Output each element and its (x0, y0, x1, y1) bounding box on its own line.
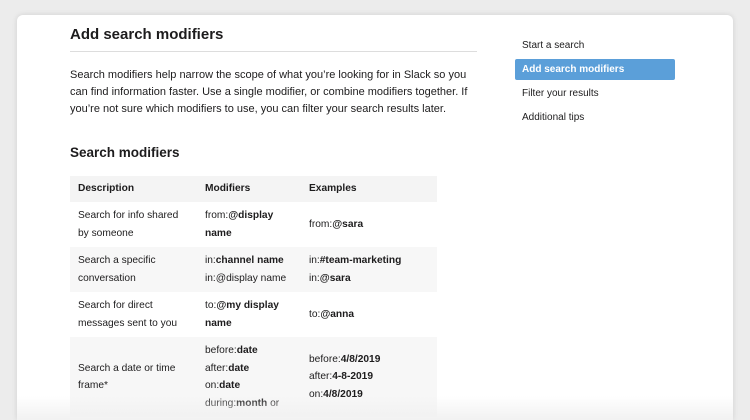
page-title: Add search modifiers (70, 26, 224, 43)
code-segment: 4-8-2019 (332, 371, 373, 383)
code-segment: in: (205, 255, 216, 266)
sidebar-item-additional-tips[interactable]: Additional tips (515, 107, 675, 128)
cell-examples-line: before:4/8/2019 (309, 351, 431, 369)
code-segment: date (236, 345, 258, 356)
cell-examples: in:#team-marketing in:@sara (301, 247, 437, 292)
code-segment: date (228, 362, 250, 374)
cell-description: Search a specific conversation (70, 247, 197, 292)
code-segment: #team-marketing (319, 255, 402, 266)
cell-examples: before:4/8/2019 after:4-8-2019 on:4/8/2019 (301, 337, 437, 417)
table-row: Search a date or time frame* before:date a… (70, 337, 437, 417)
code-segment: @display name (215, 272, 287, 284)
cell-examples-line: in:@sara (309, 270, 431, 288)
code-segment: or (267, 397, 280, 409)
cell-examples-line: after:4-8-2019 (309, 368, 431, 386)
code-segment: on: (205, 380, 220, 391)
code-segment: channel name (215, 255, 284, 266)
code-segment: @my display name (205, 300, 279, 329)
sidebar-item-add-search-modifiers[interactable]: Add search modifiers (515, 59, 675, 80)
cell-description: Search for direct messages sent to you (78, 300, 178, 329)
cell-modifiers: to:@my display name (197, 292, 301, 337)
cell-examples: from:@sara (301, 202, 437, 247)
cell-modifiers: from:@display name (197, 202, 301, 247)
cell-modifiers: before:date after:date on:date during:month… (197, 337, 301, 417)
sidebar-item-filter-your-results[interactable]: Filter your results (515, 83, 675, 104)
code-segment: in: (205, 272, 216, 284)
code-segment: in: (309, 255, 320, 266)
cell-description: Search for info shared by someone (78, 210, 179, 239)
cell-modifiers-line: before:date (205, 342, 295, 360)
cell-modifiers-line: after:date (205, 360, 295, 378)
article-sidebar-nav: Start a search Add search modifiers Filter… (515, 35, 675, 131)
cell-modifiers: in:channel name in:@display name (197, 247, 301, 292)
cell-modifiers-line: in:channel name (205, 252, 295, 270)
code-segment: to: (205, 300, 217, 311)
cell-examples-line: to:@anna (309, 306, 431, 324)
cell-examples-line: from:@sara (309, 216, 431, 234)
table-body: Search for info shared by someone from:@d… (70, 202, 437, 417)
code-segment: month (236, 397, 268, 409)
code-segment: @sara (332, 218, 364, 230)
section-title: Search modifiers (70, 145, 180, 160)
cell-modifiers-line: to:@my display name (205, 297, 295, 332)
code-segment: before: (309, 353, 341, 365)
code-segment: on: (309, 388, 324, 400)
cell-examples-line: in:#team-marketing (309, 252, 431, 270)
code-segment: after: (205, 362, 229, 374)
table-row: Search a specific conversation in:channel… (70, 247, 437, 292)
code-segment: 4/8/2019 (323, 388, 363, 400)
code-segment: date (219, 380, 241, 391)
code-segment: to: (309, 308, 321, 320)
code-segment: from: (205, 210, 229, 221)
cell-examples-line: on:4/8/2019 (309, 386, 431, 404)
table-row: Search for direct messages sent to you to… (70, 292, 437, 337)
cell-modifiers-line: from:@display name (205, 207, 295, 242)
cell-modifiers-line: during:month or (205, 395, 295, 413)
code-segment: after: (309, 371, 333, 383)
cell-modifiers-line: in:@display name (205, 270, 295, 288)
code-segment: in: (309, 272, 320, 284)
cell-description: Search a date or time frame* (70, 337, 197, 417)
code-segment: from: (309, 218, 333, 230)
code-segment: during: (205, 397, 237, 409)
column-header-modifiers: Modifiers (197, 176, 301, 202)
table-row: Search for info shared by someone from:@d… (70, 202, 437, 247)
column-header-description: Description (70, 176, 197, 202)
cell-examples: to:@anna (301, 292, 437, 337)
title-divider (70, 51, 477, 52)
intro-paragraph: Search modifiers help narrow the scope o… (70, 69, 468, 115)
help-article-card: Add search modifiers Search modifiers he… (17, 15, 733, 420)
table-header-row: Description Modifiers Examples (70, 176, 437, 202)
code-segment: 4/8/2019 (340, 353, 381, 365)
sidebar-item-start-a-search[interactable]: Start a search (515, 35, 675, 56)
cell-modifiers-line: on:date (205, 377, 295, 395)
code-segment: before: (205, 345, 237, 356)
code-segment: @anna (320, 308, 355, 320)
column-header-examples: Examples (301, 176, 437, 202)
modifiers-table: Description Modifiers Examples Search fo… (70, 176, 437, 417)
code-segment: @sara (319, 272, 351, 284)
